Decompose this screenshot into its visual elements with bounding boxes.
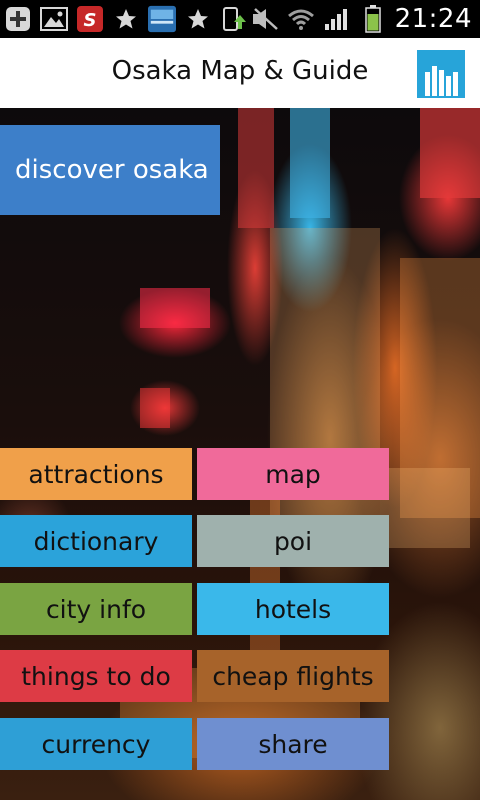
app-thumbnail-icon [148, 5, 176, 33]
star-icon [112, 5, 140, 33]
dictionary-button[interactable]: dictionary [0, 515, 192, 567]
bar-chart-icon[interactable] [417, 50, 465, 98]
poi-button[interactable]: poi [197, 515, 389, 567]
signal-icon [323, 5, 351, 33]
app-s-icon: S [76, 5, 104, 33]
attractions-button[interactable]: attractions [0, 448, 192, 500]
notification-icons: S [4, 3, 248, 35]
map-button[interactable]: map [197, 448, 389, 500]
share-button[interactable]: share [197, 718, 389, 770]
clock: 21:24 [394, 4, 472, 34]
image-icon [40, 5, 68, 33]
phone-upload-icon [220, 5, 248, 33]
currency-button[interactable]: currency [0, 718, 192, 770]
discover-osaka-button[interactable]: discover osaka [0, 125, 220, 215]
svg-text:S: S [84, 10, 97, 31]
battery-icon [359, 5, 387, 33]
page-title: Osaka Map & Guide [111, 56, 369, 86]
mute-icon [251, 5, 279, 33]
action-bar: Osaka Map & Guide [0, 38, 480, 108]
star-icon [184, 5, 212, 33]
wifi-icon [287, 5, 315, 33]
city-info-button[interactable]: city info [0, 583, 192, 635]
cheap-flights-button[interactable]: cheap flights [197, 650, 389, 702]
things-to-do-button[interactable]: things to do [0, 650, 192, 702]
hotels-button[interactable]: hotels [197, 583, 389, 635]
system-status: 21:24 [251, 3, 472, 35]
add-icon [4, 5, 32, 33]
status-bar: S 21:24 [0, 0, 480, 38]
